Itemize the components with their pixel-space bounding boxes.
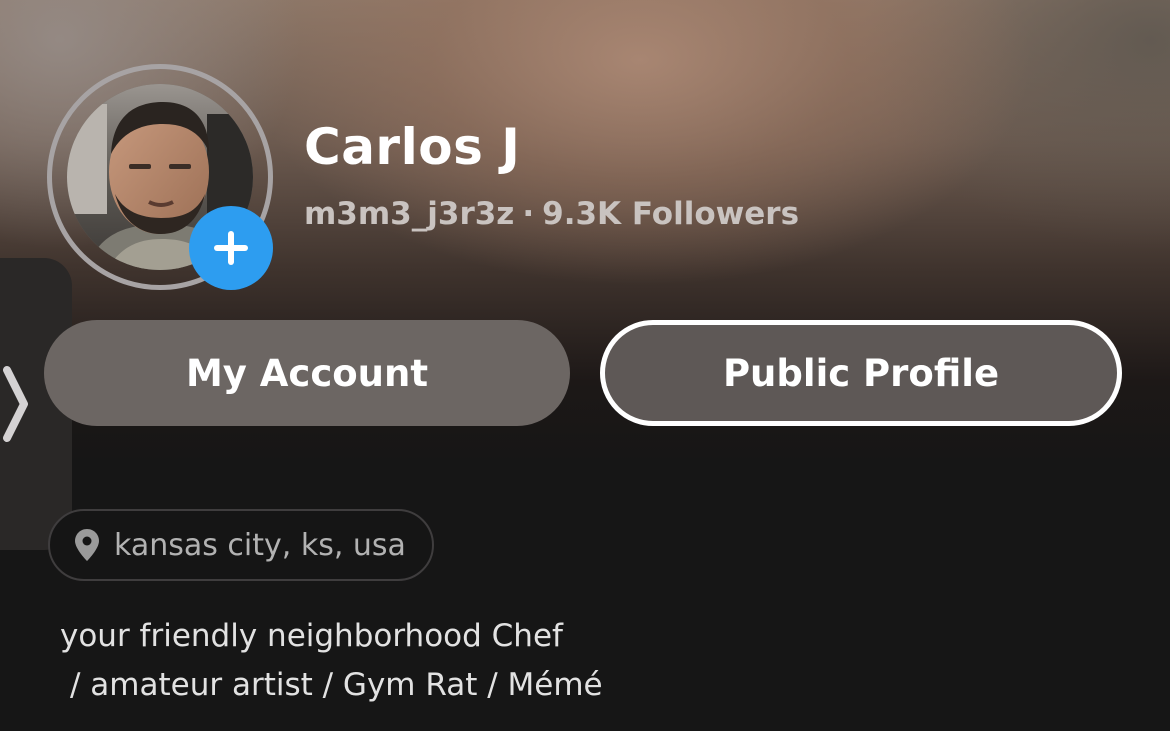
plus-icon (214, 231, 248, 265)
bio-line: / amateur artist / Gym Rat / Mémé (70, 667, 603, 703)
my-account-label: My Account (185, 351, 429, 395)
profile-subtitle: m3m3_j3r3z · 9.3K Followers (304, 196, 799, 232)
username: m3m3_j3r3z (304, 196, 515, 232)
display-name: Carlos J (304, 118, 521, 176)
public-profile-label: Public Profile (722, 351, 1000, 395)
add-friend-button[interactable] (189, 206, 273, 290)
location-pin-icon (75, 529, 99, 561)
public-profile-button[interactable]: Public Profile (600, 320, 1122, 426)
separator-dot: · (522, 196, 535, 232)
location-chip[interactable]: kansas city, ks, usa (48, 509, 434, 581)
profile-screen: Carlos J m3m3_j3r3z · 9.3K Followers My Ac… (0, 0, 1170, 731)
bio: your friendly neighborhood Chef / amateu… (60, 612, 700, 710)
bio-line: your friendly neighborhood Chef (60, 618, 563, 654)
location-text: kansas city, ks, usa (114, 527, 406, 563)
chevron-right-icon (3, 366, 28, 442)
my-account-button[interactable]: My Account (44, 320, 570, 426)
follower-count[interactable]: 9.3K Followers (542, 196, 799, 232)
